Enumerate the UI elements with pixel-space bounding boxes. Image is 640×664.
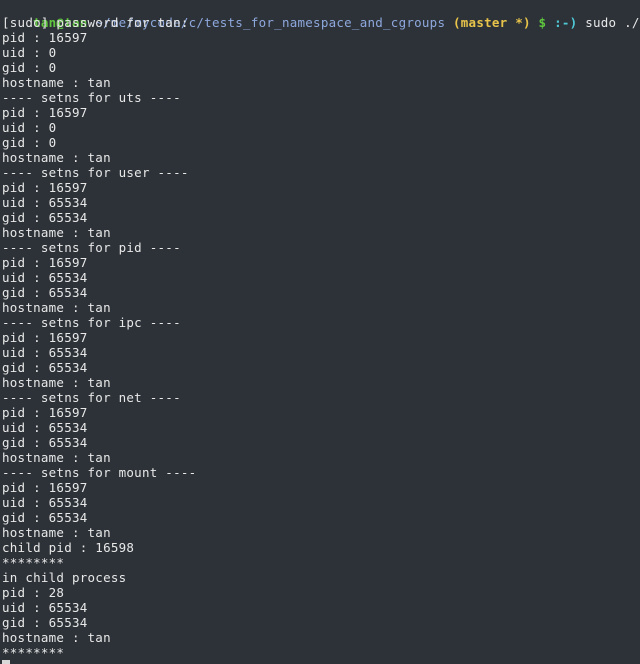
prompt-smiley: :-) xyxy=(546,15,578,30)
prompt-command: sudo ./a.out 16466 xyxy=(585,15,640,30)
terminal-output-line: hostname : tan xyxy=(2,630,111,645)
terminal-output-line: pid : 28 xyxy=(2,585,65,600)
terminal-output-line: in child process xyxy=(2,570,127,585)
terminal-output-line: uid : 65534 xyxy=(2,345,88,360)
terminal-output-line: hostname : tan xyxy=(2,300,111,315)
terminal-output-line: pid : 16597 xyxy=(2,105,88,120)
terminal-output-line: gid : 65534 xyxy=(2,285,88,300)
terminal-output-line: pid : 16597 xyxy=(2,330,88,345)
terminal-output-line: ---- setns for mount ---- xyxy=(2,465,197,480)
terminal-output: [sudo] password for tan: pid : 16597 uid :… xyxy=(0,15,640,660)
terminal-output-line: uid : 65534 xyxy=(2,195,88,210)
terminal-output-line: hostname : tan xyxy=(2,375,111,390)
terminal-output-line: ---- setns for ipc ---- xyxy=(2,315,181,330)
terminal-output-line: hostname : tan xyxy=(2,225,111,240)
terminal-output-line: ---- setns for user ---- xyxy=(2,165,189,180)
terminal-output-line: uid : 65534 xyxy=(2,495,88,510)
terminal-output-line: gid : 65534 xyxy=(2,210,88,225)
terminal-output-line: ---- setns for net ---- xyxy=(2,390,181,405)
terminal-output-line: gid : 0 xyxy=(2,135,57,150)
terminal-output-line: pid : 16597 xyxy=(2,405,88,420)
terminal-output-line: child pid : 16598 xyxy=(2,540,135,555)
prompt-line: tan@tan ~/me/mycode/c/tests_for_namespac… xyxy=(0,0,640,30)
terminal-output-line: gid : 0 xyxy=(2,60,57,75)
terminal-output-line: pid : 16597 xyxy=(2,30,88,45)
terminal-output-line: uid : 65534 xyxy=(2,600,88,615)
terminal-output-line: hostname : tan xyxy=(2,75,111,90)
terminal-output-line: uid : 65534 xyxy=(2,270,88,285)
terminal-output-line: ---- setns for pid ---- xyxy=(2,240,181,255)
terminal-output-line: pid : 16597 xyxy=(2,180,88,195)
terminal-window[interactable]: tan@tan ~/me/mycode/c/tests_for_namespac… xyxy=(0,0,640,664)
terminal-output-line: ---- setns for uts ---- xyxy=(2,90,181,105)
terminal-output-line: uid : 0 xyxy=(2,120,57,135)
terminal-output-line: ******** xyxy=(2,645,65,660)
terminal-output-line: gid : 65534 xyxy=(2,615,88,630)
terminal-output-line: hostname : tan xyxy=(2,525,111,540)
terminal-output-line: hostname : tan xyxy=(2,150,111,165)
terminal-output-line: pid : 16597 xyxy=(2,255,88,270)
terminal-output-line: ******** xyxy=(2,555,65,570)
prompt-git-branch: (master *) xyxy=(445,15,531,30)
terminal-output-line: gid : 65534 xyxy=(2,510,88,525)
terminal-output-line: pid : 16597 xyxy=(2,480,88,495)
terminal-cursor xyxy=(2,660,10,664)
terminal-output-line: uid : 0 xyxy=(2,45,57,60)
terminal-output-line: gid : 65534 xyxy=(2,435,88,450)
terminal-output-line: gid : 65534 xyxy=(2,360,88,375)
terminal-output-line: uid : 65534 xyxy=(2,420,88,435)
terminal-output-line: hostname : tan xyxy=(2,450,111,465)
prompt-dollar-sign: $ xyxy=(530,15,547,30)
